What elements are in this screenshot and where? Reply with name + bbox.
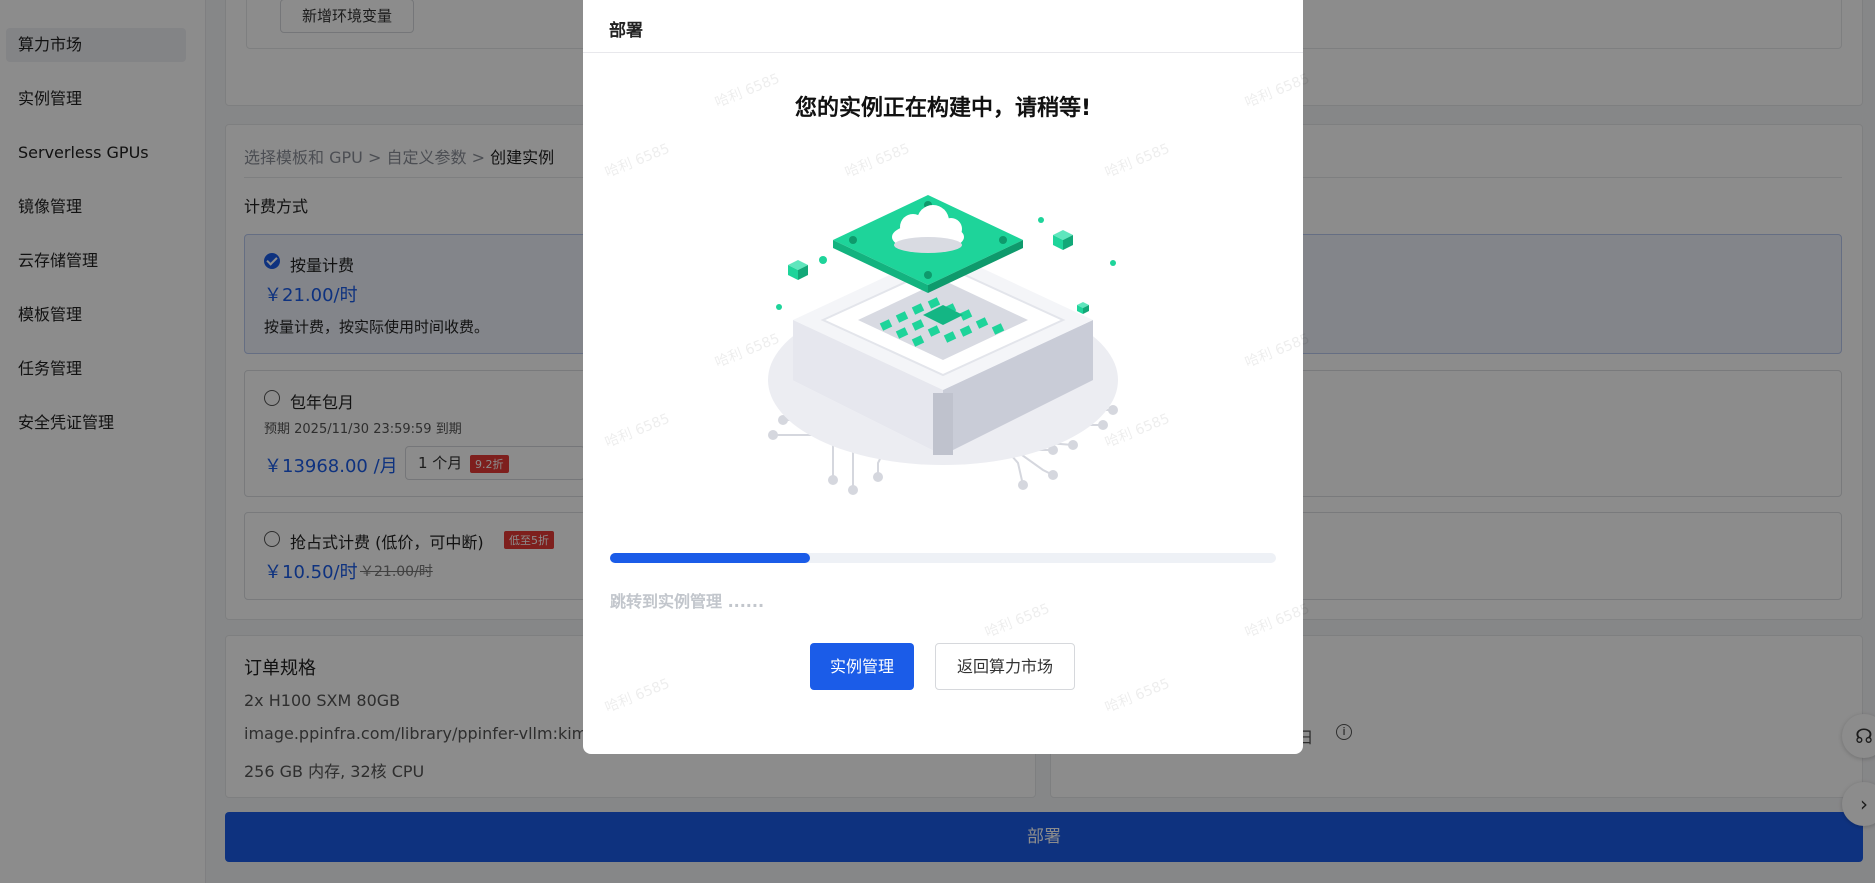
redirect-text: 跳转到实例管理 ...... (610, 592, 765, 611)
instances-button[interactable]: 实例管理 (810, 643, 914, 690)
watermark: 哈利 6585 (1242, 600, 1312, 642)
modal-heading: 您的实例正在构建中，请稍等! (794, 96, 1092, 121)
watermark: 哈利 6585 (842, 140, 912, 182)
modal-divider (583, 52, 1303, 53)
watermark: 哈利 6585 (1102, 675, 1172, 717)
watermark: 哈利 6585 (1102, 140, 1172, 182)
watermark: 哈利 6585 (982, 600, 1052, 642)
back-to-market-button[interactable]: 返回算力市场 (935, 643, 1075, 690)
build-progress-fill (610, 553, 810, 563)
watermark: 哈利 6585 (602, 410, 672, 452)
server-build-illustration (768, 195, 1118, 495)
watermark: 哈利 6585 (602, 675, 672, 717)
watermark: 哈利 6585 (1242, 330, 1312, 372)
build-progress-bar (610, 553, 1276, 563)
deploy-modal: 部署 哈利 6585 哈利 6585 哈利 6585 哈利 6585 哈利 65… (583, 0, 1312, 754)
modal-title: 部署 (609, 21, 643, 41)
watermark: 哈利 6585 (602, 140, 672, 182)
